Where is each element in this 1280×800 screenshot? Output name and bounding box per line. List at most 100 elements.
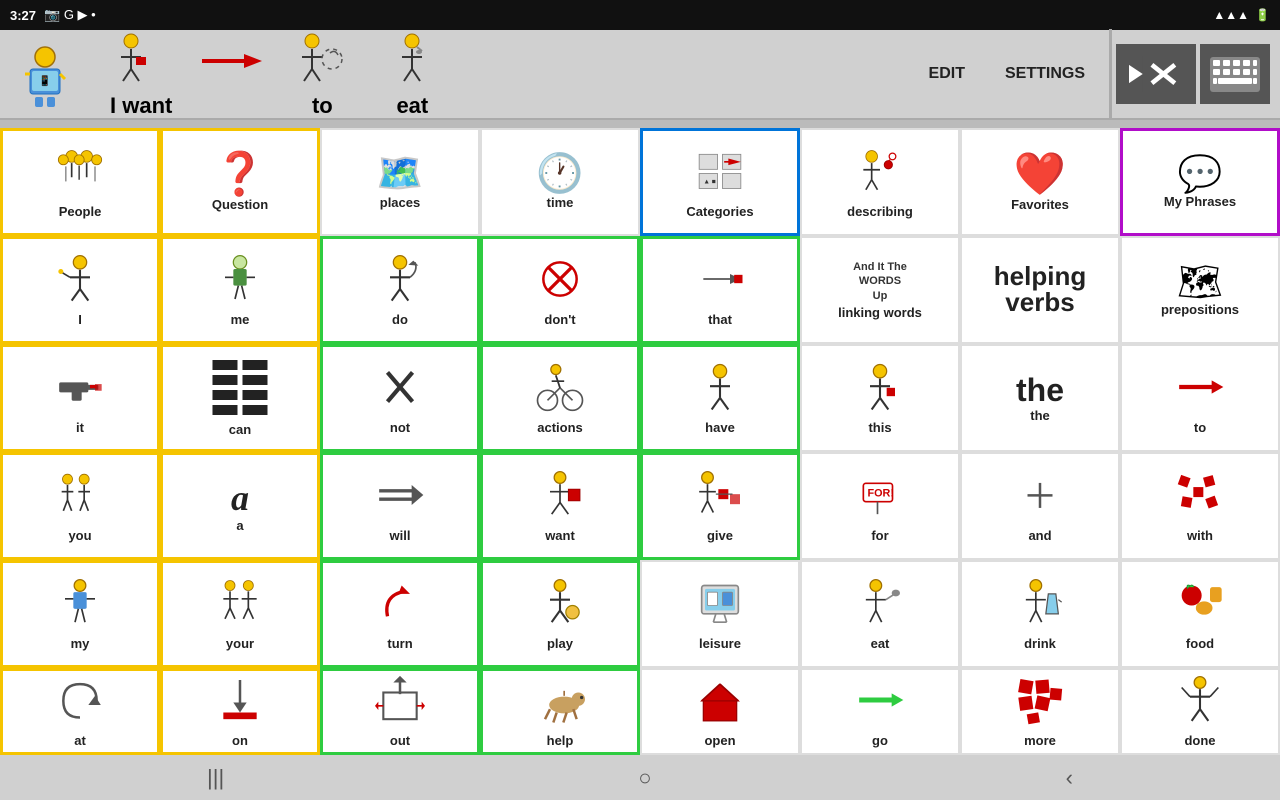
cell-on[interactable]: on bbox=[160, 668, 320, 755]
cell-dont[interactable]: don't bbox=[480, 236, 640, 344]
cell-open[interactable]: open bbox=[640, 668, 800, 755]
cell-to-label: to bbox=[1194, 420, 1206, 435]
svg-text:▲ ■: ▲ ■ bbox=[703, 178, 715, 185]
cell-it[interactable]: it bbox=[0, 344, 160, 452]
cell-not[interactable]: not bbox=[320, 344, 480, 452]
keyboard-button[interactable] bbox=[1200, 44, 1270, 104]
cell-question-label: Question bbox=[212, 197, 268, 212]
cell-go[interactable]: go bbox=[800, 668, 960, 755]
cell-describing[interactable]: describing bbox=[800, 128, 960, 236]
cell-for[interactable]: FOR! for bbox=[800, 452, 960, 560]
eat-icon bbox=[382, 29, 442, 89]
cell-turn[interactable]: turn bbox=[320, 560, 480, 668]
cell-play-label: play bbox=[547, 636, 573, 651]
cell-places[interactable]: 🗺️ places bbox=[320, 128, 480, 236]
cell-that-label: that bbox=[708, 312, 732, 327]
cell-done[interactable]: done bbox=[1120, 668, 1280, 755]
cell-drink[interactable]: drink bbox=[960, 560, 1120, 668]
cell-will[interactable]: will bbox=[320, 452, 480, 560]
top-right-area: EDIT SETTINGS bbox=[909, 29, 1270, 119]
status-right-icons: ▲▲▲ 🔋 bbox=[1213, 8, 1270, 22]
cell-me-label: me bbox=[231, 312, 250, 327]
cell-my-label: my bbox=[71, 636, 90, 651]
cell-eat[interactable]: eat bbox=[800, 560, 960, 668]
status-bar: 3:27 📷 G ▶ • ▲▲▲ 🔋 bbox=[0, 0, 1280, 30]
cell-want[interactable]: want bbox=[480, 452, 640, 560]
iwant-word: I want bbox=[110, 93, 172, 119]
cell-this[interactable]: this bbox=[800, 344, 960, 452]
wifi-icon: ▲▲▲ bbox=[1213, 8, 1249, 22]
cell-me[interactable]: me bbox=[160, 236, 320, 344]
cell-actions[interactable]: actions bbox=[480, 344, 640, 452]
cell-have-label: have bbox=[705, 420, 735, 435]
nav-home-button[interactable]: ○ bbox=[598, 765, 691, 791]
cell-want-label: want bbox=[545, 528, 575, 543]
cell-can-label: can bbox=[229, 422, 251, 437]
sentence-word-to: to bbox=[292, 29, 352, 119]
cell-this-label: this bbox=[868, 420, 891, 435]
cell-categories-label: Categories bbox=[686, 204, 753, 219]
cell-do-label: do bbox=[392, 312, 408, 327]
cell-do[interactable]: do bbox=[320, 236, 480, 344]
cell-leisure[interactable]: leisure bbox=[640, 560, 800, 668]
app-icon: 📱 bbox=[10, 39, 80, 109]
iwant-icon bbox=[111, 29, 171, 89]
cell-time[interactable]: 🕐 time bbox=[480, 128, 640, 236]
cell-that[interactable]: that bbox=[640, 236, 800, 344]
cell-you[interactable]: you bbox=[0, 452, 160, 560]
nav-back-button[interactable]: ‹ bbox=[1026, 765, 1113, 791]
cell-linking[interactable]: And It TheWORDSUp linking words bbox=[800, 236, 960, 344]
cell-turn-label: turn bbox=[387, 636, 412, 651]
cell-favorites-label: Favorites bbox=[1011, 197, 1069, 212]
cell-myphrases-label: My Phrases bbox=[1164, 194, 1236, 209]
cell-eat-label: eat bbox=[871, 636, 890, 651]
cell-and[interactable]: and bbox=[960, 452, 1120, 560]
sentence-word-eat: eat bbox=[382, 29, 442, 119]
cell-i-label: I bbox=[78, 312, 82, 327]
cell-your-label: your bbox=[226, 636, 254, 651]
cell-help-label: help bbox=[547, 733, 574, 748]
cell-my[interactable]: my bbox=[0, 560, 160, 668]
eat-word: eat bbox=[396, 93, 428, 119]
status-icons: 📷 G ▶ • bbox=[44, 7, 96, 23]
cell-for-label: for bbox=[871, 528, 888, 543]
cell-question[interactable]: ❓ Question bbox=[160, 128, 320, 236]
cell-at[interactable]: at bbox=[0, 668, 160, 755]
cell-i[interactable]: I bbox=[0, 236, 160, 344]
cell-more[interactable]: more bbox=[960, 668, 1120, 755]
cell-with-label: with bbox=[1187, 528, 1213, 543]
vertical-divider bbox=[1109, 29, 1112, 119]
cell-more-label: more bbox=[1024, 733, 1056, 748]
cell-with[interactable]: with bbox=[1120, 452, 1280, 560]
nav-menu-button[interactable]: ||| bbox=[167, 765, 264, 791]
cell-favorites[interactable]: ❤️ Favorites bbox=[960, 128, 1120, 236]
cell-myphrases[interactable]: 💬 My Phrases bbox=[1120, 128, 1280, 236]
cell-a[interactable]: a a bbox=[160, 452, 320, 560]
cell-will-label: will bbox=[390, 528, 411, 543]
cell-not-label: not bbox=[390, 420, 410, 435]
cell-prepositions[interactable]: 🗺 prepositions bbox=[1120, 236, 1280, 344]
cell-to[interactable]: to bbox=[1120, 344, 1280, 452]
cell-out[interactable]: out bbox=[320, 668, 480, 755]
cell-people[interactable]: People bbox=[0, 128, 160, 236]
cell-leisure-label: leisure bbox=[699, 636, 741, 651]
cell-play[interactable]: play bbox=[480, 560, 640, 668]
cell-have[interactable]: have bbox=[640, 344, 800, 452]
cell-categories[interactable]: ▲ ■ Categories bbox=[640, 128, 800, 236]
cell-give[interactable]: give bbox=[640, 452, 800, 560]
cell-the[interactable]: the the bbox=[960, 344, 1120, 452]
cell-give-label: give bbox=[707, 528, 733, 543]
bottom-nav: ||| ○ ‹ bbox=[0, 755, 1280, 800]
cell-on-label: on bbox=[232, 733, 248, 748]
delete-button[interactable] bbox=[1116, 44, 1196, 104]
cell-helpverbs[interactable]: helping verbs bbox=[960, 236, 1120, 344]
cell-can[interactable]: 〓〓〓〓 can bbox=[160, 344, 320, 452]
cell-food[interactable]: food bbox=[1120, 560, 1280, 668]
cell-your[interactable]: your bbox=[160, 560, 320, 668]
sentence-arrow bbox=[202, 34, 262, 115]
status-time: 3:27 bbox=[10, 8, 36, 23]
edit-button[interactable]: EDIT bbox=[909, 65, 985, 83]
symbol-grid: People ❓ Question 🗺️ places 🕐 time ▲ ■ C… bbox=[0, 128, 1280, 755]
cell-help[interactable]: help bbox=[480, 668, 640, 755]
settings-button[interactable]: SETTINGS bbox=[985, 65, 1105, 83]
